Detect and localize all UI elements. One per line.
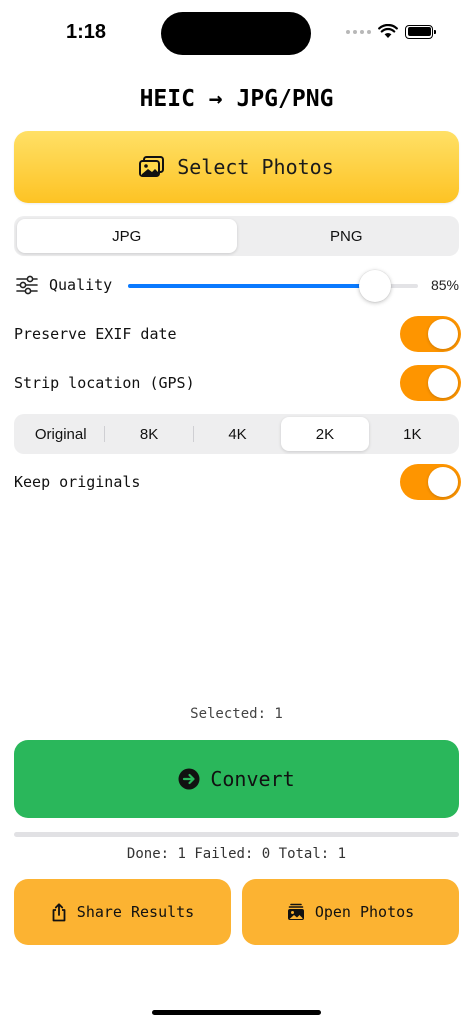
select-photos-button[interactable]: Select Photos bbox=[14, 131, 459, 203]
share-results-label: Share Results bbox=[76, 903, 195, 921]
resolution-segmented-control: Original 8K 4K 2K 1K bbox=[14, 414, 459, 454]
preserve-exif-label: Preserve EXIF date bbox=[14, 325, 177, 343]
format-option-jpg[interactable]: JPG bbox=[17, 219, 237, 253]
status-bar: 1:18 bbox=[0, 0, 473, 64]
convert-label: Convert bbox=[210, 767, 295, 791]
share-results-button[interactable]: Share Results bbox=[14, 879, 231, 945]
quality-label: Quality bbox=[49, 276, 113, 294]
sliders-icon bbox=[16, 275, 38, 295]
strip-location-label: Strip location (GPS) bbox=[14, 374, 195, 392]
convert-button[interactable]: Convert bbox=[14, 740, 459, 818]
quality-slider[interactable] bbox=[128, 270, 418, 302]
conversion-stats: Done: 1 Failed: 0 Total: 1 bbox=[126, 846, 347, 862]
battery-icon bbox=[405, 24, 436, 39]
keep-originals-row: Keep originals bbox=[14, 464, 461, 500]
format-option-png[interactable]: PNG bbox=[237, 219, 457, 253]
resolution-option-1k[interactable]: 1K bbox=[369, 417, 456, 451]
preserve-exif-toggle[interactable] bbox=[400, 316, 461, 352]
quality-value: 85% bbox=[430, 277, 459, 293]
quality-slider-fill bbox=[128, 284, 375, 288]
preserve-exif-row: Preserve EXIF date bbox=[14, 316, 461, 352]
open-photos-label: Open Photos bbox=[314, 903, 415, 921]
keep-originals-label: Keep originals bbox=[14, 473, 141, 491]
home-indicator bbox=[152, 1010, 321, 1015]
status-icons bbox=[346, 24, 436, 39]
resolution-option-8k[interactable]: 8K bbox=[105, 417, 192, 451]
wifi-icon bbox=[378, 24, 398, 38]
signal-icon bbox=[346, 29, 371, 34]
photo-stack-icon bbox=[287, 903, 304, 920]
open-photos-button[interactable]: Open Photos bbox=[242, 879, 459, 945]
quality-row: Quality 85% bbox=[14, 270, 459, 302]
selected-count: Selected: 1 bbox=[190, 706, 283, 722]
photos-icon bbox=[139, 156, 165, 177]
strip-location-toggle[interactable] bbox=[400, 365, 461, 401]
progress-fill bbox=[14, 832, 459, 837]
resolution-option-2k[interactable]: 2K bbox=[281, 417, 369, 451]
format-segmented-control: JPG PNG bbox=[14, 216, 459, 256]
keep-originals-toggle[interactable] bbox=[400, 464, 461, 500]
quality-slider-thumb[interactable] bbox=[358, 270, 391, 302]
conversion-progress-bar bbox=[14, 832, 459, 837]
strip-location-row: Strip location (GPS) bbox=[14, 365, 461, 401]
page-title: HEIC → JPG/PNG bbox=[139, 86, 334, 112]
share-icon bbox=[52, 902, 66, 921]
status-time: 1:18 bbox=[66, 21, 107, 43]
resolution-option-4k[interactable]: 4K bbox=[194, 417, 281, 451]
select-photos-label: Select Photos bbox=[177, 155, 334, 179]
resolution-option-original[interactable]: Original bbox=[17, 417, 104, 451]
dynamic-island bbox=[161, 12, 311, 55]
arrow-right-circle-icon bbox=[178, 768, 200, 790]
